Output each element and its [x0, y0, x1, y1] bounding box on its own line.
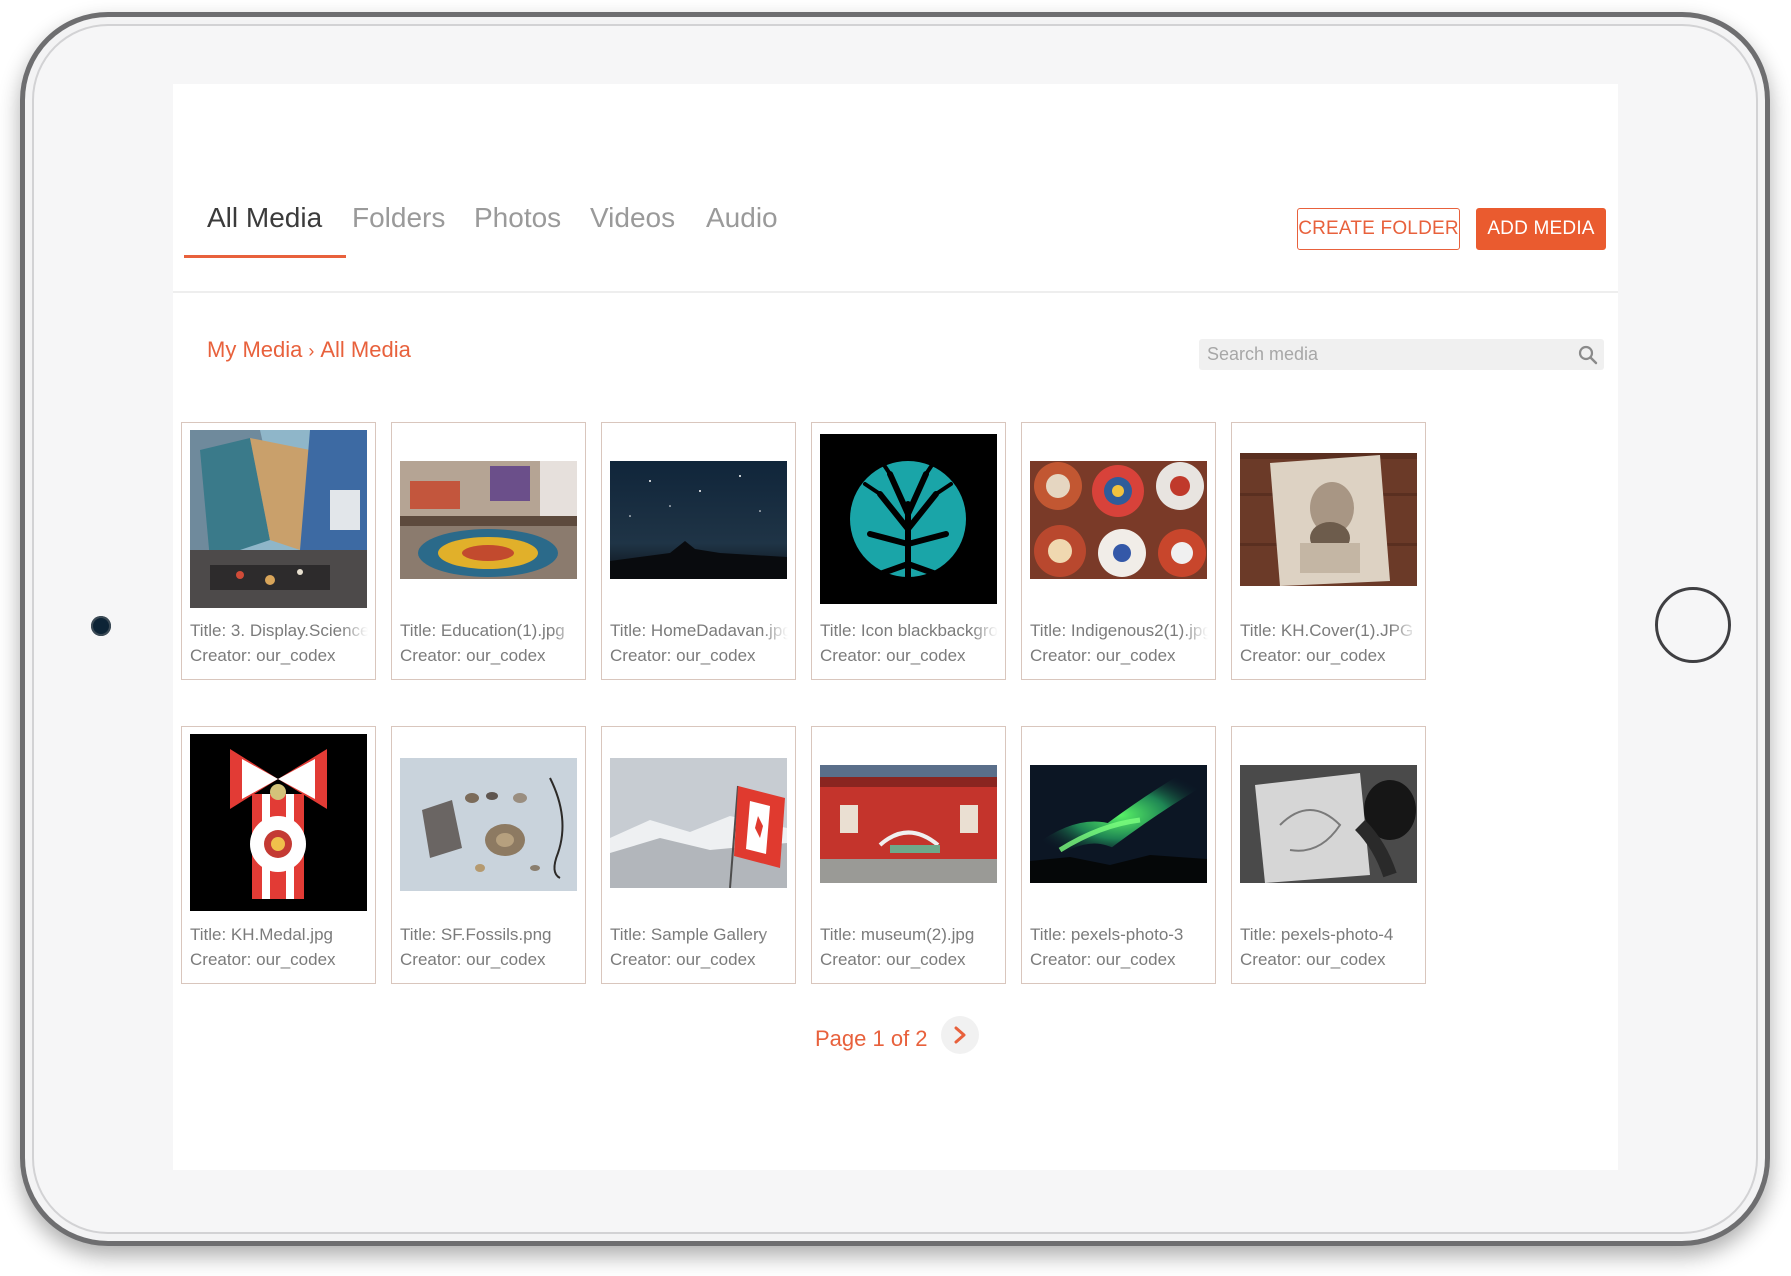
tab-photos[interactable]: Photos: [474, 202, 561, 234]
media-creator: Creator: our_codex: [1030, 950, 1176, 969]
search-icon[interactable]: [1578, 345, 1598, 365]
media-card[interactable]: Title: Indigenous2(1).jpg Creator: our_c…: [1021, 422, 1216, 680]
media-creator: Creator: our_codex: [1030, 646, 1176, 665]
old-photo-thumbnail: [1240, 453, 1417, 586]
media-creator: Creator: our_codex: [820, 646, 966, 665]
media-card[interactable]: Title: 3. Display.Science Creator: our_c…: [181, 422, 376, 680]
fossils-thumbnail: [400, 758, 577, 891]
night-sky-thumbnail: [610, 461, 787, 579]
media-title: Title: SF.Fossils.png: [400, 925, 552, 944]
tab-all-media[interactable]: All Media: [207, 202, 322, 234]
breadcrumb-all-media[interactable]: All Media: [320, 337, 410, 362]
active-tab-indicator: [184, 255, 346, 258]
search-box: [1199, 339, 1604, 370]
media-title: Title: pexels-photo-3: [1030, 925, 1184, 944]
add-media-button[interactable]: ADD MEDIA: [1476, 208, 1606, 250]
media-title: Title: 3. Display.Science: [190, 621, 368, 640]
media-title: Title: HomeDadavan.jpg: [610, 621, 788, 640]
header-divider: [173, 291, 1618, 293]
medal-thumbnail: [190, 734, 367, 911]
media-title: Title: museum(2).jpg: [820, 925, 975, 944]
media-creator: Creator: our_codex: [610, 646, 756, 665]
tab-audio[interactable]: Audio: [706, 202, 778, 234]
breadcrumb: My Media › All Media: [207, 337, 411, 363]
media-creator: Creator: our_codex: [190, 646, 336, 665]
media-creator: Creator: our_codex: [610, 950, 756, 969]
media-card[interactable]: Title: pexels-photo-3 Creator: our_codex: [1021, 726, 1216, 984]
media-title: Title: Indigenous2(1).jpg: [1030, 621, 1208, 640]
media-card[interactable]: Title: KH.Cover(1).JPG Creator: our_code…: [1231, 422, 1426, 680]
media-card[interactable]: Title: KH.Medal.jpg Creator: our_codex: [181, 726, 376, 984]
beadwork-thumbnail: [1030, 461, 1207, 579]
camera-icon: [91, 616, 111, 636]
media-creator: Creator: our_codex: [820, 950, 966, 969]
canada-flag-thumbnail: [610, 758, 787, 888]
tab-folders[interactable]: Folders: [352, 202, 445, 234]
media-title: Title: pexels-photo-4: [1240, 925, 1394, 944]
chevron-right-icon: [954, 1026, 966, 1044]
tab-videos[interactable]: Videos: [590, 202, 675, 234]
next-page-button[interactable]: [941, 1016, 979, 1054]
media-card[interactable]: Title: museum(2).jpg Creator: our_codex: [811, 726, 1006, 984]
media-creator: Creator: our_codex: [400, 646, 546, 665]
home-button[interactable]: [1655, 587, 1731, 663]
pagination-label: Page 1 of 2: [815, 1026, 928, 1051]
media-creator: Creator: our_codex: [400, 950, 546, 969]
media-title: Title: Icon blackbackground: [820, 621, 998, 640]
breadcrumb-my-media[interactable]: My Media: [207, 337, 302, 362]
media-card[interactable]: Title: Sample Gallery Creator: our_codex: [601, 726, 796, 984]
tree-icon-thumbnail: [820, 434, 997, 604]
media-title: Title: Sample Gallery: [610, 925, 768, 944]
media-title: Title: Education(1).jpg: [400, 621, 565, 640]
media-card[interactable]: Title: HomeDadavan.jpg Creator: our_code…: [601, 422, 796, 680]
breadcrumb-separator: ›: [308, 341, 315, 361]
media-library-screen: All Media Folders Photos Videos Audio CR…: [173, 84, 1618, 1170]
aurora-thumbnail: [1030, 765, 1207, 883]
media-title: Title: KH.Medal.jpg: [190, 925, 333, 944]
classroom-thumbnail: [400, 461, 577, 579]
create-folder-button[interactable]: CREATE FOLDER: [1297, 208, 1460, 250]
museum-thumbnail: [820, 765, 997, 883]
media-title: Title: KH.Cover(1).JPG: [1240, 621, 1414, 640]
media-card[interactable]: Title: SF.Fossils.png Creator: our_codex: [391, 726, 586, 984]
science-display-thumbnail: [190, 430, 367, 608]
media-creator: Creator: our_codex: [1240, 646, 1386, 665]
media-card[interactable]: Title: pexels-photo-4 Creator: our_codex: [1231, 726, 1426, 984]
media-creator: Creator: our_codex: [1240, 950, 1386, 969]
search-input[interactable]: [1199, 339, 1575, 370]
media-creator: Creator: our_codex: [190, 950, 336, 969]
media-card[interactable]: Title: Education(1).jpg Creator: our_cod…: [391, 422, 586, 680]
media-card[interactable]: Title: Icon blackbackground Creator: our…: [811, 422, 1006, 680]
drawing-bw-thumbnail: [1240, 765, 1417, 883]
